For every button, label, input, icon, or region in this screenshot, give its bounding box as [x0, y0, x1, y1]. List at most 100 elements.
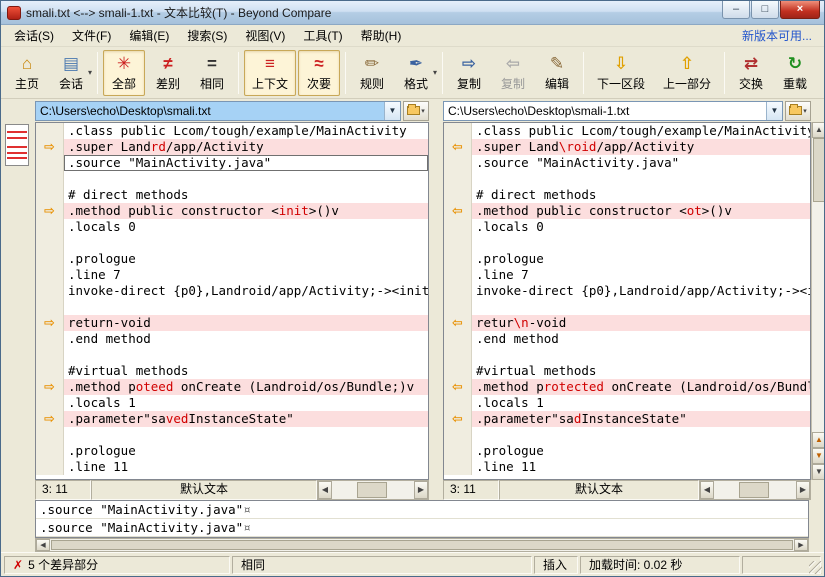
chevron-down-icon[interactable]: ▼	[384, 102, 400, 120]
code-line[interactable]: .locals 0	[36, 219, 428, 235]
code-line[interactable]: # direct methods	[444, 187, 810, 203]
detail-line[interactable]: .source "MainActivity.java"¤	[36, 501, 808, 519]
right-browse-button[interactable]: ▾	[785, 101, 811, 121]
next-difference-icon[interactable]: ▼	[812, 448, 824, 464]
format-button[interactable]: ✒格式▾	[395, 50, 437, 96]
scroll-right-icon[interactable]: ▶	[414, 481, 428, 499]
ignore-minor-button[interactable]: ≈次要	[298, 50, 340, 96]
vertical-scrollbar[interactable]: ▲ ▲ ▼ ▼	[811, 122, 824, 480]
scroll-down-icon[interactable]: ▼	[812, 464, 824, 480]
session-button[interactable]: ▤会话▾	[50, 50, 92, 96]
scroll-right-icon[interactable]: ▶	[794, 539, 808, 551]
chevron-down-icon[interactable]: ▾	[803, 107, 807, 115]
left-format-label[interactable]: 默认文本	[91, 480, 317, 500]
menu-tools[interactable]: 工具(T)	[294, 25, 351, 46]
left-horizontal-scrollbar[interactable]: ◀ ▶	[317, 480, 429, 500]
code-line[interactable]: ⇦.method public constructor <ot>()v	[444, 203, 810, 219]
scroll-left-icon[interactable]: ◀	[700, 481, 714, 499]
scroll-up-icon[interactable]: ▲	[812, 122, 824, 138]
diff-arrow-right-icon[interactable]: ⇨	[36, 411, 64, 427]
code-line[interactable]: .line 11	[444, 459, 810, 475]
menu-help[interactable]: 帮助(H)	[352, 25, 411, 46]
left-file-path-combo[interactable]: C:\Users\echo\Desktop\smali.txt ▼	[35, 101, 401, 121]
code-line[interactable]	[36, 299, 428, 315]
minimize-button[interactable]: –	[722, 1, 750, 19]
diff-arrow-left-icon[interactable]: ⇦	[444, 139, 472, 155]
code-line[interactable]: invoke-direct {p0},Landroid/app/Activity…	[444, 283, 810, 299]
diff-arrow-left-icon[interactable]: ⇦	[444, 315, 472, 331]
code-line[interactable]: ⇨.parameter"savedInstanceState"	[36, 411, 428, 427]
show-all-button[interactable]: ✳全部	[103, 50, 145, 96]
scroll-left-icon[interactable]: ◀	[318, 481, 332, 499]
code-line[interactable]: .end method	[36, 331, 428, 347]
menu-edit[interactable]: 编辑(E)	[120, 25, 178, 46]
close-button[interactable]: ×	[780, 1, 820, 19]
chevron-down-icon[interactable]: ▾	[421, 107, 425, 115]
chevron-down-icon[interactable]: ▼	[766, 102, 782, 120]
code-line[interactable]	[444, 299, 810, 315]
left-file-pane[interactable]: .class public Lcom/tough/example/MainAct…	[35, 122, 429, 480]
code-line[interactable]	[444, 427, 810, 443]
pane-splitter[interactable]	[429, 122, 443, 480]
chevron-down-icon[interactable]: ▾	[88, 68, 92, 77]
vertical-scrollbar-track[interactable]	[812, 138, 824, 432]
code-line[interactable]: .prologue	[444, 251, 810, 267]
scrollbar-track[interactable]	[332, 481, 414, 499]
left-file-path[interactable]: C:\Users\echo\Desktop\smali.txt	[36, 102, 384, 120]
scroll-left-icon[interactable]: ◀	[36, 539, 50, 551]
code-line[interactable]: .prologue	[444, 443, 810, 459]
copy-to-left-button[interactable]: ⇦复制	[492, 50, 534, 96]
code-line[interactable]: ⇨.method poteed onCreate (Landroid/os/Bu…	[36, 379, 428, 395]
chevron-down-icon[interactable]: ▾	[433, 68, 437, 77]
diff-arrow-right-icon[interactable]: ⇨	[36, 379, 64, 395]
next-section-button[interactable]: ⇩下一区段	[589, 50, 653, 96]
scrollbar-thumb[interactable]	[739, 482, 769, 498]
code-line[interactable]: invoke-direct {p0},Landroid/app/Activity…	[36, 283, 428, 299]
menu-search[interactable]: 搜索(S)	[178, 25, 236, 46]
edit-button[interactable]: ✎编辑	[536, 50, 578, 96]
code-line[interactable]: # direct methods	[36, 187, 428, 203]
code-line[interactable]: ⇦.parameter"sadInstanceState"	[444, 411, 810, 427]
previous-section-button[interactable]: ⇧上一部分	[655, 50, 719, 96]
show-differences-button[interactable]: ≠差别	[147, 50, 189, 96]
diff-arrow-left-icon[interactable]: ⇦	[444, 203, 472, 219]
code-line[interactable]: ⇨.super Landrd/app/Activity	[36, 139, 428, 155]
code-line[interactable]: ⇦.super Land\roid/app/Activity	[444, 139, 810, 155]
rules-button[interactable]: ✏规则	[351, 50, 393, 96]
scroll-right-icon[interactable]: ▶	[796, 481, 810, 499]
update-available-link[interactable]: 新版本可用...	[742, 27, 820, 44]
code-line[interactable]: ⇦.method protected onCreate (Landroid/os…	[444, 379, 810, 395]
menu-session[interactable]: 会话(S)	[5, 25, 63, 46]
code-line[interactable]	[36, 427, 428, 443]
code-line[interactable]	[444, 171, 810, 187]
bottom-horizontal-scrollbar[interactable]: ◀ ▶	[35, 538, 809, 552]
right-horizontal-scrollbar[interactable]: ◀ ▶	[699, 480, 811, 500]
home-button[interactable]: ⌂主页	[6, 50, 48, 96]
code-line[interactable]: .line 7	[36, 267, 428, 283]
right-file-path[interactable]: C:\Users\echo\Desktop\smali-1.txt	[444, 102, 766, 120]
code-line[interactable]: ⇦retur\n-void	[444, 315, 810, 331]
code-line[interactable]: .end method	[444, 331, 810, 347]
code-line[interactable]: .source "MainActivity.java"	[36, 155, 428, 171]
maximize-button[interactable]: □	[751, 1, 779, 19]
code-line[interactable]: ⇨.method public constructor <init>()v	[36, 203, 428, 219]
diff-arrow-left-icon[interactable]: ⇦	[444, 411, 472, 427]
reload-button[interactable]: ↻重载	[774, 50, 816, 96]
detail-line[interactable]: .source "MainActivity.java"¤	[36, 519, 808, 537]
code-line[interactable]: .class public Lcom/tough/example/MainAct…	[444, 123, 810, 139]
right-file-path-combo[interactable]: C:\Users\echo\Desktop\smali-1.txt ▼	[443, 101, 783, 121]
code-line[interactable]: .locals 1	[36, 395, 428, 411]
code-line[interactable]	[36, 235, 428, 251]
scrollbar-thumb[interactable]	[51, 540, 793, 550]
code-line[interactable]: #virtual methods	[444, 363, 810, 379]
overview-thumbnail[interactable]	[5, 124, 29, 166]
code-line[interactable]: .line 11	[36, 459, 428, 475]
menu-file[interactable]: 文件(F)	[63, 25, 120, 46]
code-line[interactable]	[444, 347, 810, 363]
swap-button[interactable]: ⇄交换	[730, 50, 772, 96]
code-line[interactable]: #virtual methods	[36, 363, 428, 379]
code-line[interactable]: .locals 1	[444, 395, 810, 411]
code-line[interactable]: .class public Lcom/tough/example/MainAct…	[36, 123, 428, 139]
diff-arrow-right-icon[interactable]: ⇨	[36, 315, 64, 331]
show-context-button[interactable]: ≡上下文	[244, 50, 296, 96]
